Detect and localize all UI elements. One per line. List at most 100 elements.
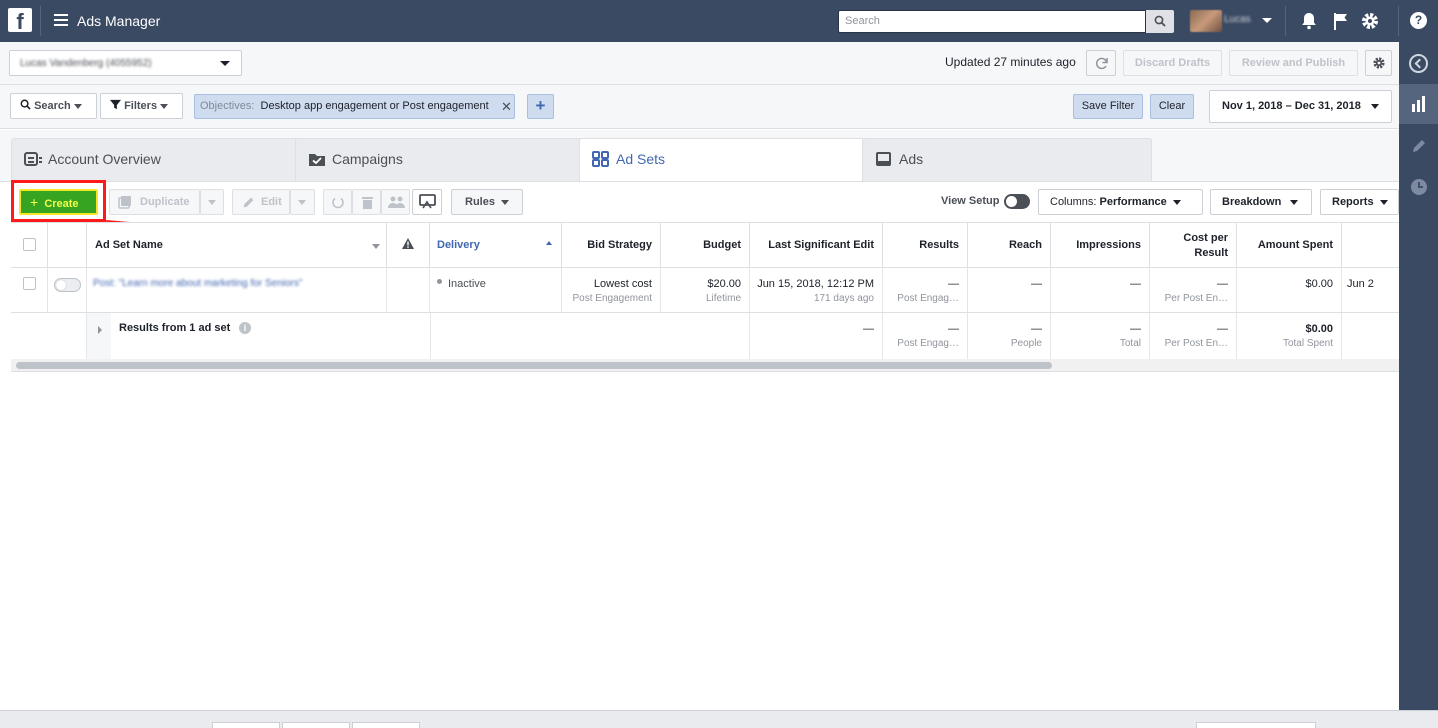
bid-strategy-sub: Post Engagement: [572, 293, 653, 304]
summary-impressions: —: [1130, 323, 1141, 335]
edit-dropdown[interactable]: [290, 189, 315, 215]
columns-dropdown[interactable]: Columns: Performance: [1038, 189, 1203, 215]
info-icon[interactable]: i: [239, 322, 251, 334]
breakdown-dropdown[interactable]: Breakdown: [1210, 189, 1312, 215]
save-filter-button[interactable]: Save Filter: [1073, 94, 1143, 119]
reports-label: Reports: [1332, 196, 1374, 208]
view-setup-toggle[interactable]: [1004, 194, 1030, 209]
clear-filter-button[interactable]: Clear: [1150, 94, 1194, 119]
tab-ads[interactable]: Ads: [862, 138, 1152, 181]
grid-icon: [592, 151, 609, 167]
plus-icon: +: [30, 194, 39, 210]
close-icon[interactable]: ✕: [501, 95, 512, 118]
impressions-value: —: [1130, 278, 1141, 290]
avatar[interactable]: [1190, 10, 1222, 32]
last-updated-text: Updated 27 minutes ago: [945, 55, 1076, 69]
header-checkbox-cell: [11, 223, 48, 268]
refresh-icon: [1095, 57, 1108, 70]
search-icon: [1154, 15, 1166, 27]
bottom-tab[interactable]: [1196, 722, 1316, 728]
rail-item-history[interactable]: [1399, 166, 1438, 206]
tab-campaigns[interactable]: Campaigns: [295, 138, 585, 181]
discard-drafts-button[interactable]: Discard Drafts: [1123, 50, 1222, 76]
filter-icon: [110, 99, 121, 110]
column-header-budget[interactable]: Budget: [661, 223, 750, 268]
tab-label: Account Overview: [48, 151, 161, 167]
bottom-tab[interactable]: [282, 722, 350, 728]
column-header-results[interactable]: Results: [883, 223, 968, 268]
ad-set-name-link[interactable]: Post: "Learn more about marketing for Se…: [93, 278, 302, 289]
objective-filter-chip[interactable]: Objectives: Desktop app engagement or Po…: [194, 94, 515, 119]
column-header-label: Results: [919, 239, 959, 251]
horizontal-scrollbar-thumb[interactable]: [16, 362, 1052, 369]
account-name: Lucas Vandenberg (4055952): [20, 58, 152, 69]
column-header-impressions[interactable]: Impressions: [1051, 223, 1150, 268]
column-header-bid-strategy[interactable]: Bid Strategy: [562, 223, 661, 268]
column-header-amount-spent[interactable]: Amount Spent: [1237, 223, 1342, 268]
date-range-picker[interactable]: Nov 1, 2018 – Dec 31, 2018: [1209, 90, 1392, 123]
budget-value[interactable]: $20.00: [707, 278, 741, 290]
toggle-status-button[interactable]: [323, 189, 352, 215]
amount-spent-value: $0.00: [1305, 278, 1333, 290]
reports-dropdown[interactable]: Reports: [1320, 189, 1399, 215]
review-publish-button[interactable]: Review and Publish: [1229, 50, 1358, 76]
settings-button[interactable]: [1365, 50, 1392, 76]
divider: [40, 6, 41, 36]
chevron-down-icon: [160, 103, 169, 109]
chevron-down-icon[interactable]: [1262, 18, 1272, 23]
edit-button[interactable]: Edit: [232, 189, 290, 215]
bell-icon[interactable]: [1299, 11, 1319, 31]
delivery-status: Inactive: [448, 278, 486, 290]
column-header-extra: [1342, 223, 1399, 268]
chevron-down-icon: [1172, 199, 1181, 205]
column-header-label: Bid Strategy: [587, 239, 652, 251]
tab-account-overview[interactable]: Account Overview: [11, 138, 301, 181]
account-selector[interactable]: Lucas Vandenberg (4055952): [9, 50, 242, 76]
create-button[interactable]: + Create: [19, 189, 98, 215]
user-name[interactable]: Lucas: [1224, 14, 1258, 26]
row-checkbox[interactable]: [23, 277, 36, 290]
select-all-checkbox[interactable]: [23, 238, 36, 251]
column-header-delivery[interactable]: Delivery: [430, 223, 562, 268]
bottom-tab[interactable]: [212, 722, 280, 728]
duplicate-button[interactable]: Duplicate: [109, 189, 200, 215]
column-header-label: Reach: [1008, 239, 1042, 251]
chevron-down-icon: [1371, 104, 1379, 109]
column-header-cost-per-result[interactable]: Cost per Result: [1150, 223, 1237, 268]
expand-arrow-icon[interactable]: [98, 326, 102, 334]
collapse-panel-icon[interactable]: [1409, 54, 1428, 73]
column-header-reach[interactable]: Reach: [968, 223, 1051, 268]
table-row[interactable]: Post: "Learn more about marketing for Se…: [11, 268, 1399, 312]
bottom-tab[interactable]: [352, 722, 420, 728]
row-status-toggle[interactable]: [54, 278, 81, 292]
refresh-button[interactable]: [1086, 50, 1116, 76]
flag-icon[interactable]: [1331, 11, 1351, 31]
cost-per-result-sub: Per Post En…: [1164, 293, 1228, 304]
filters-dropdown[interactable]: Filters: [100, 93, 183, 119]
duplicate-dropdown[interactable]: [200, 189, 224, 215]
rail-item-edit[interactable]: [1399, 126, 1438, 166]
results-sub: Post Engag…: [897, 293, 959, 304]
delete-button[interactable]: [352, 189, 381, 215]
rail-item-reports[interactable]: [1399, 84, 1438, 124]
hamburger-menu-icon[interactable]: [54, 14, 68, 26]
column-header-name[interactable]: Ad Set Name: [87, 223, 387, 268]
column-header-warnings[interactable]: [387, 223, 430, 268]
search-dropdown[interactable]: Search: [10, 93, 97, 119]
summary-amount-sub: Total Spent: [1282, 338, 1333, 349]
preview-button[interactable]: [412, 189, 442, 215]
column-header-last-edit[interactable]: Last Significant Edit: [750, 223, 883, 268]
tab-ad-sets[interactable]: Ad Sets: [579, 138, 869, 183]
gear-icon[interactable]: [1360, 11, 1380, 31]
help-icon[interactable]: ?: [1410, 12, 1427, 29]
chevron-down-icon: [1379, 199, 1388, 205]
search-input[interactable]: Search: [838, 10, 1146, 33]
rules-dropdown[interactable]: Rules: [451, 189, 523, 215]
audience-button[interactable]: [381, 189, 410, 215]
divider: [1398, 6, 1399, 36]
search-button[interactable]: [1146, 10, 1174, 33]
add-filter-button[interactable]: +: [527, 94, 554, 119]
facebook-logo-icon[interactable]: f: [8, 8, 32, 32]
chevron-down-icon[interactable]: [372, 244, 380, 249]
bid-strategy-value: Lowest cost: [593, 278, 652, 290]
